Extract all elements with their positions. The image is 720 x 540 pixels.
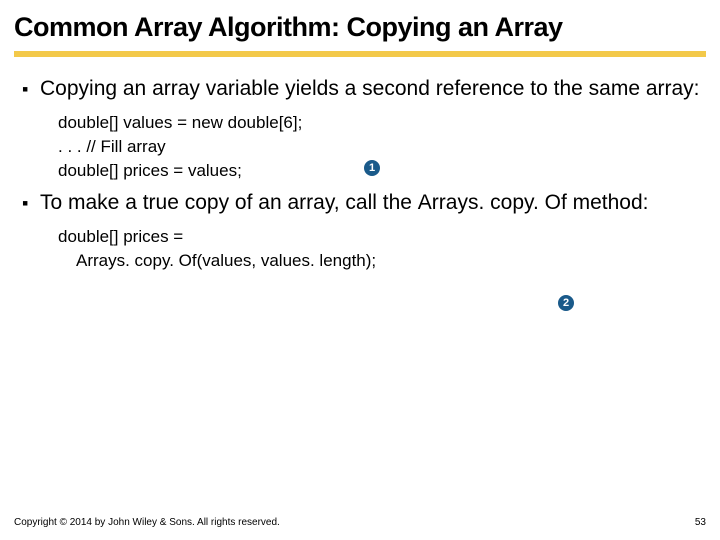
slide-content: ▪ Copying an array variable yields a sec… — [0, 57, 720, 273]
code-line: double[] values = new double[6]; — [58, 111, 702, 135]
bullet-text: To make a true copy of an array, call th… — [40, 189, 649, 217]
bullet-text: Copying an array variable yields a secon… — [40, 75, 700, 103]
slide-footer: Copyright © 2014 by John Wiley & Sons. A… — [14, 517, 706, 528]
bullet-text-post: method: — [567, 191, 649, 214]
bullet-marker-icon: ▪ — [18, 75, 40, 103]
code-block: double[] prices = Arrays. copy. Of(value… — [18, 221, 702, 273]
copyright-text: Copyright © 2014 by John Wiley & Sons. A… — [14, 517, 280, 528]
bullet-item: ▪ Copying an array variable yields a sec… — [18, 75, 702, 103]
callout-badge-1-icon: 1 — [364, 160, 380, 176]
code-line: double[] prices = values; — [58, 159, 702, 183]
callout-badge-2-icon: 2 — [558, 295, 574, 311]
page-number: 53 — [695, 517, 706, 528]
bullet-text-pre: To make a true copy of an array, call th… — [40, 191, 418, 214]
inline-code: Arrays. copy. Of — [418, 191, 567, 214]
code-line: . . . // Fill array — [58, 135, 702, 159]
code-block: double[] values = new double[6]; . . . /… — [18, 107, 702, 189]
code-line: Arrays. copy. Of(values, values. length)… — [58, 249, 702, 273]
bullet-marker-icon: ▪ — [18, 189, 40, 217]
bullet-item: ▪ To make a true copy of an array, call … — [18, 189, 702, 217]
code-line: double[] prices = — [58, 225, 702, 249]
slide-title: Common Array Algorithm: Copying an Array — [0, 0, 720, 49]
